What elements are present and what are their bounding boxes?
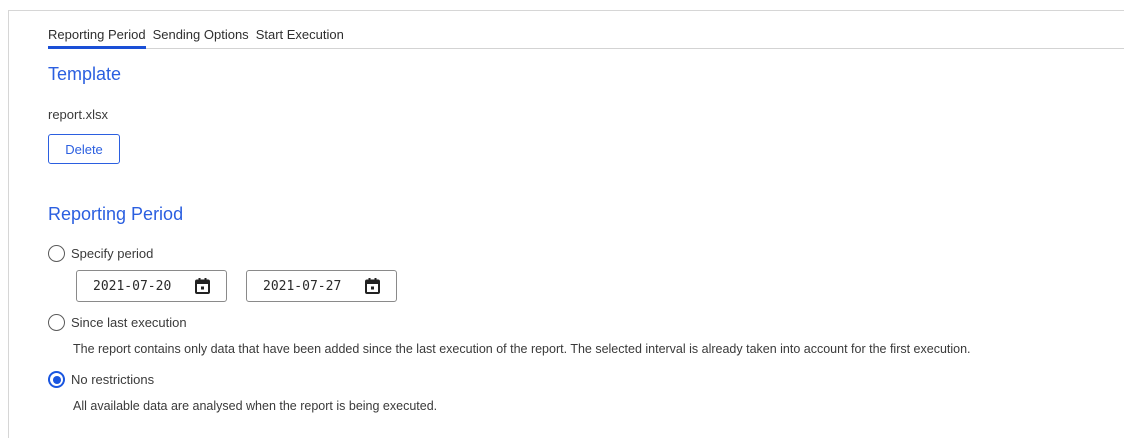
radio-button-no-restrictions[interactable]: [48, 371, 65, 388]
tab-start-execution[interactable]: Start Execution: [256, 27, 344, 46]
since-last-execution-description: The report contains only data that have …: [73, 342, 971, 356]
radio-button-specify-period[interactable]: [48, 245, 65, 262]
no-restrictions-description: All available data are analysed when the…: [73, 399, 438, 413]
date-to-value: 2021-07-27: [263, 278, 342, 294]
template-filename: report.xlsx: [48, 107, 108, 122]
date-from-input[interactable]: 2021-07-20: [76, 270, 227, 302]
template-heading: Template: [48, 64, 122, 84]
radio-option-since-last-execution[interactable]: Since last execution: [48, 314, 187, 331]
content-frame-left-border: [8, 10, 9, 438]
tab-sending-options[interactable]: Sending Options: [153, 27, 249, 46]
radio-option-specify-period[interactable]: Specify period: [48, 245, 153, 262]
radio-button-since-last-execution[interactable]: [48, 314, 65, 331]
tab-reporting-period[interactable]: Reporting Period: [48, 27, 146, 49]
delete-template-button[interactable]: Delete: [48, 134, 120, 164]
radio-option-no-restrictions[interactable]: No restrictions: [48, 371, 154, 388]
date-to-input[interactable]: 2021-07-27: [246, 270, 397, 302]
date-from-value: 2021-07-20: [93, 278, 172, 294]
reporting-period-heading: Reporting Period: [48, 204, 184, 224]
radio-label-no-restrictions: No restrictions: [71, 372, 155, 387]
tab-bar: Reporting Period Sending Options Start E…: [48, 27, 1124, 49]
content-frame-top-border: [8, 10, 1124, 11]
radio-label-specify-period: Specify period: [71, 246, 154, 261]
radio-label-since-last-execution: Since last execution: [71, 315, 187, 330]
calendar-icon[interactable]: [195, 278, 210, 294]
calendar-icon[interactable]: [365, 278, 380, 294]
